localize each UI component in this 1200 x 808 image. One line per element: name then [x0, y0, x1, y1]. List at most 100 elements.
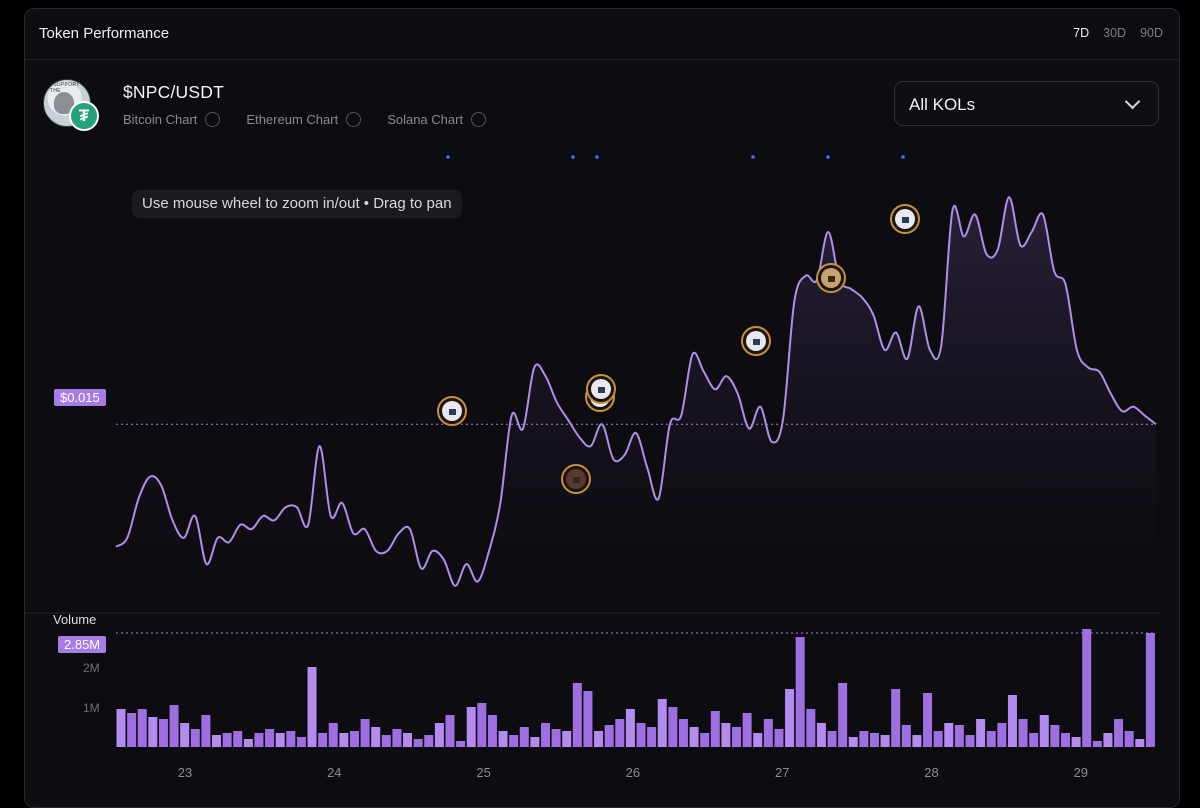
volume-bar	[1018, 719, 1028, 747]
volume-bar	[201, 715, 211, 747]
event-dot	[446, 155, 450, 159]
volume-bar	[625, 709, 635, 747]
volume-bar	[1135, 739, 1145, 747]
volume-bar	[583, 691, 593, 747]
price-chart[interactable]	[25, 9, 1180, 808]
volume-bar	[519, 727, 529, 747]
volume-bar	[795, 637, 805, 747]
volume-bar	[732, 727, 742, 747]
volume-bar	[498, 731, 508, 747]
volume-bar	[318, 733, 328, 747]
volume-bar	[774, 729, 784, 747]
volume-bar	[190, 729, 200, 747]
volume-bar	[360, 719, 370, 747]
volume-bar	[880, 735, 890, 747]
volume-bar	[551, 729, 561, 747]
volume-bar	[424, 735, 434, 747]
kol-avatar-marker[interactable]	[816, 263, 846, 293]
volume-bar	[848, 737, 858, 747]
volume-bar	[445, 715, 455, 747]
volume-bar	[965, 735, 975, 747]
volume-bar	[339, 733, 349, 747]
x-axis-tick: 23	[177, 765, 193, 780]
volume-bar	[148, 717, 158, 747]
volume-bar	[1082, 629, 1092, 747]
volume-bar	[806, 709, 816, 747]
zoom-hint: Use mouse wheel to zoom in/out • Drag to…	[132, 190, 462, 218]
token-performance-panel: Token Performance 7D 30D 90D I SUPPORT T…	[24, 8, 1180, 808]
volume-bar	[1114, 719, 1124, 747]
volume-bar	[785, 689, 795, 747]
volume-bar	[604, 725, 614, 747]
volume-bar	[816, 723, 826, 747]
volume-bar	[243, 739, 253, 747]
current-price-tag: $0.015	[54, 389, 106, 406]
volume-bar	[657, 699, 667, 747]
volume-bar	[721, 723, 731, 747]
volume-bar	[944, 723, 954, 747]
volume-bar	[753, 733, 763, 747]
volume-bar	[254, 733, 264, 747]
kol-avatar-marker[interactable]	[561, 464, 591, 494]
volume-bar	[572, 683, 582, 747]
current-volume-tag: 2.85M	[58, 636, 107, 653]
volume-bar	[1007, 695, 1017, 747]
volume-bar	[530, 737, 540, 747]
volume-bar	[859, 731, 869, 747]
x-axis-tick: 28	[924, 765, 939, 780]
volume-bar	[212, 735, 222, 747]
volume-bar	[742, 713, 752, 747]
volume-bar	[1092, 741, 1102, 747]
volume-bar	[997, 723, 1007, 747]
volume-bar	[307, 667, 317, 747]
volume-bar	[1039, 715, 1049, 747]
volume-bar	[668, 707, 678, 747]
kol-avatar-marker[interactable]	[741, 326, 771, 356]
volume-bar	[1071, 737, 1081, 747]
volume-bar	[976, 719, 986, 747]
volume-bar	[286, 731, 296, 747]
volume-bar	[137, 709, 147, 747]
kol-avatar-marker[interactable]	[890, 204, 920, 234]
volume-bar	[487, 715, 497, 747]
volume-bar	[349, 731, 359, 747]
volume-bar	[169, 705, 179, 747]
volume-bar	[678, 719, 688, 747]
volume-bar	[371, 727, 381, 747]
price-area	[116, 197, 1156, 599]
volume-label: Volume	[53, 612, 97, 627]
volume-bar	[615, 719, 625, 747]
volume-bar	[392, 729, 402, 747]
volume-bar	[1145, 633, 1155, 747]
volume-bar	[594, 731, 604, 747]
volume-bar	[509, 735, 519, 747]
volume-bar	[869, 733, 879, 747]
x-axis-tick: 25	[476, 765, 491, 780]
volume-bar	[477, 703, 487, 747]
volume-bar	[923, 693, 933, 747]
volume-bar	[540, 723, 551, 747]
x-axis-tick: 26	[625, 765, 641, 780]
kol-avatar-marker[interactable]	[437, 396, 467, 426]
volume-bar	[700, 733, 710, 747]
event-dot	[901, 155, 905, 159]
volume-bar	[1060, 733, 1071, 747]
volume-tick: 2M	[83, 661, 100, 675]
volume-bar	[710, 711, 720, 747]
volume-bar	[381, 735, 391, 747]
volume-bar	[891, 689, 901, 747]
volume-bar	[838, 683, 848, 747]
volume-bar	[647, 727, 657, 747]
volume-bar	[562, 731, 572, 747]
volume-bar	[413, 739, 423, 747]
volume-bar	[116, 709, 126, 747]
volume-bar	[403, 733, 413, 747]
kol-avatar-marker[interactable]	[586, 374, 616, 404]
volume-bar	[901, 725, 911, 747]
volume-bar	[466, 707, 476, 747]
volume-bar	[127, 713, 137, 747]
x-axis-tick: 27	[774, 765, 790, 780]
volume-bar	[689, 727, 699, 747]
event-dot	[826, 155, 830, 159]
volume-bar	[1050, 725, 1060, 747]
